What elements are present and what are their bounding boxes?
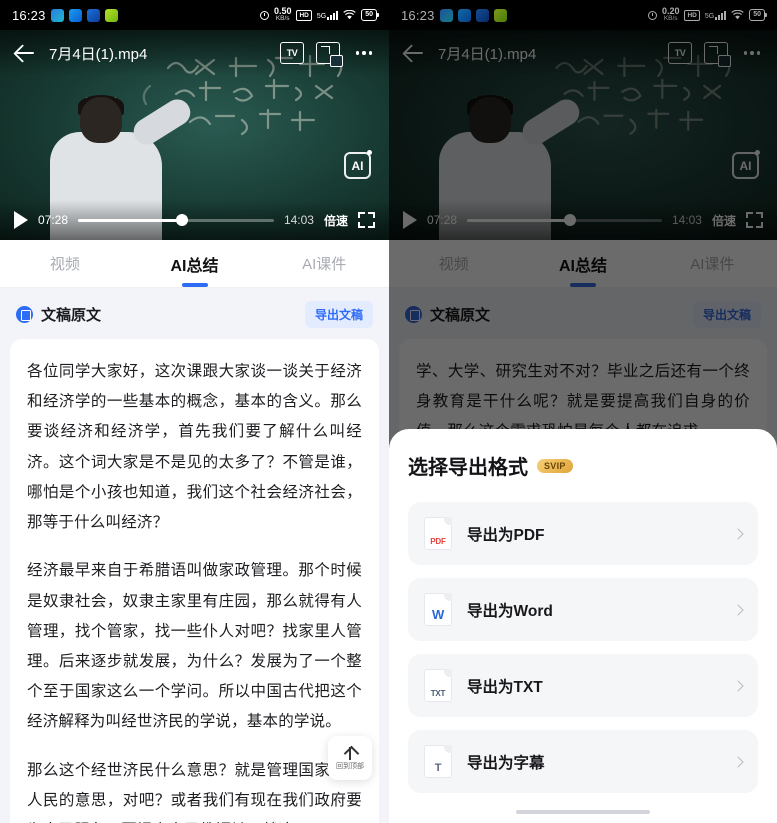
network-speed-indicator: 0.50 KB/s (273, 6, 292, 23)
export-option-word[interactable]: W 导出为Word (408, 578, 758, 641)
cellular-signal-icon: 5G (317, 10, 339, 20)
video-header-bar: 7月4日(1).mp4 TV (0, 30, 389, 76)
status-bar: 16:23 0.50 KB/s HD 5G 50 (0, 0, 389, 30)
chevron-right-icon (732, 679, 744, 692)
video-player[interactable]: 7月4日(1).mp4 TV AI 07:28 14:03 倍速 (0, 30, 389, 240)
export-option-txt[interactable]: TXT 导出为TXT (408, 654, 758, 717)
export-transcript-button[interactable]: 导出文稿 (304, 301, 373, 328)
hd-icon: HD (296, 9, 312, 21)
export-option-label: 导出为字幕 (467, 754, 545, 772)
seek-handle[interactable] (175, 214, 188, 226)
tab-video[interactable]: 视频 (0, 253, 130, 274)
status-bar-left: 16:23 (12, 8, 118, 23)
back-arrow-icon[interactable] (13, 41, 37, 65)
fullscreen-icon[interactable] (358, 212, 375, 228)
tab-ai-courseware[interactable]: AI课件 (259, 253, 389, 274)
pdf-file-icon: PDF (424, 517, 452, 550)
document-header: 文稿原文 导出文稿 (0, 288, 389, 339)
word-file-icon: W (424, 593, 452, 626)
video-title: 7月4日(1).mp4 (49, 45, 148, 63)
scroll-to-top-button[interactable]: 回到顶部 (328, 736, 372, 780)
ai-assistant-button[interactable]: AI (344, 150, 372, 179)
subtitle-file-icon: T (424, 745, 452, 778)
alarm-clock-icon (259, 10, 269, 20)
more-options-icon[interactable] (352, 42, 376, 64)
transcript-paragraph: 那么这个经世济民什么意思？就是管理国家造福人民的意思，对吧？或者我们有现在我们政… (27, 761, 362, 823)
transcript-card: 各位同学大家好，这次课跟大家谈一谈关于经济和经济学的一些基本的概念，基本的含义。… (10, 339, 379, 823)
phone-screen-right: 16:23 0.20 KB/s HD 5G 50 7月4日(1).mp4 TV … (389, 0, 777, 823)
status-bar-right: 0.50 KB/s HD 5G 50 (259, 6, 379, 23)
cast-tv-icon[interactable]: TV (280, 42, 304, 64)
picture-in-picture-icon[interactable] (316, 42, 343, 67)
scroll-to-top-label: 回到顶部 (336, 762, 364, 770)
app-icon-3 (86, 8, 100, 22)
duration-label: 14:03 (283, 213, 314, 227)
export-option-label: 导出为TXT (467, 678, 543, 696)
status-time: 16:23 (12, 7, 46, 23)
seek-bar[interactable] (78, 214, 274, 226)
chevron-right-icon (732, 603, 744, 616)
tab-ai-summary[interactable]: AI总结 (130, 252, 260, 287)
app-icon-2 (68, 8, 82, 22)
battery-indicator: 50 (361, 9, 379, 21)
screenshot-root: 16:23 0.50 KB/s HD 5G 50 7月4日(1).mp4 TV … (0, 0, 777, 823)
sheet-header: 选择导出格式 SVIP (408, 451, 758, 480)
current-time-label: 07:28 (38, 213, 69, 227)
seek-progress (78, 218, 182, 222)
txt-file-icon: TXT (424, 669, 452, 702)
app-icon-4 (104, 8, 118, 22)
svip-badge: SVIP (537, 458, 573, 473)
document-icon (16, 306, 33, 323)
sheet-title: 选择导出格式 (408, 457, 528, 479)
content-area: 文稿原文 导出文稿 各位同学大家好，这次课跟大家谈一谈关于经济和经济学的一些基本… (0, 288, 389, 823)
tab-bar: 视频 AI总结 AI课件 (0, 240, 389, 288)
export-option-subtitle[interactable]: T 导出为字幕 (408, 730, 758, 793)
playback-speed-button[interactable]: 倍速 (324, 212, 348, 229)
export-option-label: 导出为PDF (467, 526, 545, 544)
arrow-up-icon (343, 746, 357, 760)
export-option-pdf[interactable]: PDF 导出为PDF (408, 502, 758, 565)
wifi-icon (343, 10, 356, 20)
video-controls-bar: 07:28 14:03 倍速 (0, 200, 389, 240)
chevron-right-icon (732, 755, 744, 768)
transcript-paragraph: 各位同学大家好，这次课跟大家谈一谈关于经济和经济学的一些基本的概念，基本的含义。… (27, 363, 362, 532)
home-indicator (516, 810, 650, 814)
chevron-right-icon (732, 527, 744, 540)
export-format-sheet: 选择导出格式 SVIP PDF 导出为PDF W 导出为Word TXT 导出为… (389, 429, 777, 823)
document-heading: 文稿原文 (41, 307, 102, 324)
phone-screen-left: 16:23 0.50 KB/s HD 5G 50 7月4日(1).mp4 TV … (0, 0, 389, 823)
transcript-paragraph: 经济最早来自于希腊语叫做家政管理。那个时候是奴隶社会，奴隶主家里有庄园，那么就得… (27, 562, 362, 731)
export-option-label: 导出为Word (467, 602, 553, 620)
play-button[interactable] (14, 211, 28, 229)
app-icon-1 (50, 8, 64, 22)
